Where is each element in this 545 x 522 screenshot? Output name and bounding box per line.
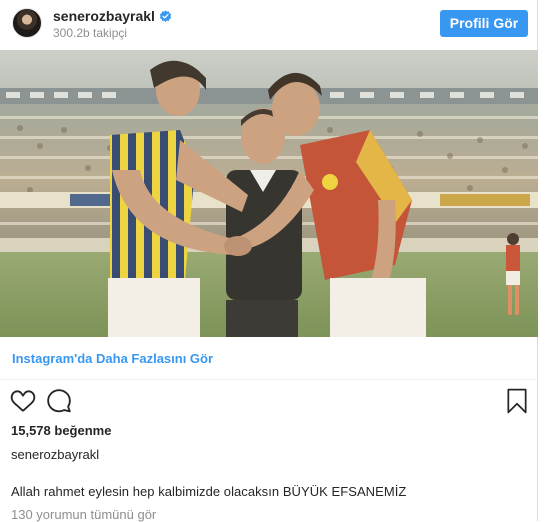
post-photo[interactable] [0,50,538,337]
username-row: senerozbayrakl [53,8,172,24]
instagram-embed: senerozbayrakl 300.2b takipçi Profili Gö… [0,0,538,522]
heart-icon[interactable] [10,388,36,414]
view-more-link[interactable]: Instagram'da Daha Fazlasını Gör [12,351,213,366]
avatar[interactable] [12,8,42,38]
verified-badge-icon [159,9,172,22]
username[interactable]: senerozbayrakl [53,8,155,24]
follower-count: 300.2b takipçi [53,26,128,40]
user-block: senerozbayrakl 300.2b takipçi [53,8,172,40]
post-header: senerozbayrakl 300.2b takipçi Profili Gö… [0,0,538,49]
comment-bubble-icon[interactable] [46,388,72,414]
like-count[interactable]: 15,578 beğenme [11,423,111,438]
vintage-football-handshake-photo [0,50,538,337]
caption-username[interactable]: senerozbayrakl [11,447,99,462]
view-all-comments-link[interactable]: 130 yorumun tümünü gör [11,507,156,522]
divider [0,379,538,380]
view-profile-button[interactable]: Profili Gör [440,10,528,37]
bookmark-icon[interactable] [505,388,529,414]
caption-text: Allah rahmet eylesin hep kalbimizde olac… [11,484,407,499]
